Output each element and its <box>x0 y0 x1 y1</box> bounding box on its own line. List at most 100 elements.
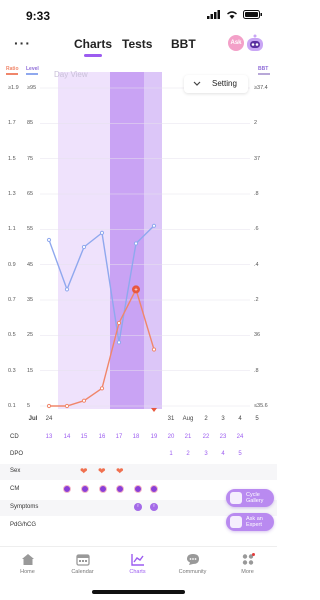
more-grid-icon <box>242 553 255 565</box>
peak-marker-plus: + <box>134 287 138 293</box>
ask-badge[interactable]: Ask <box>228 35 244 51</box>
setting-dropdown[interactable]: Setting <box>184 75 248 93</box>
tab-tests[interactable]: Tests <box>122 37 152 51</box>
dpo-value: 1 <box>169 451 173 457</box>
level-point <box>64 287 70 292</box>
nav-calendar-label: Calendar <box>71 569 94 575</box>
nav-home-label: Home <box>20 569 35 575</box>
cervical-mucus-icon[interactable] <box>81 485 89 493</box>
cd-label: CD <box>10 434 19 440</box>
level-tick-label: 65 <box>27 191 34 197</box>
dpo-label: DPO <box>10 451 24 457</box>
level-point <box>99 230 105 235</box>
date-tick-label: 29 <box>133 416 140 422</box>
ask-expert-button[interactable]: Ask an Expert <box>226 513 274 531</box>
cm-label: CM <box>10 486 20 492</box>
home-icon <box>21 554 34 565</box>
dpo-value: 3 <box>204 451 208 457</box>
cervical-mucus-icon[interactable] <box>99 485 107 493</box>
nav-more-label: More <box>241 569 254 575</box>
ratio-point <box>99 386 105 391</box>
expert-chat-icon <box>230 516 242 528</box>
chevron-down-icon <box>193 81 201 86</box>
cervical-mucus-icon[interactable] <box>134 485 142 493</box>
date-tick-label: 28 <box>116 416 123 422</box>
day-view-label: Day View <box>54 70 88 79</box>
bbt-tick-label: 36 <box>254 332 261 339</box>
today-marker-icon <box>151 408 157 412</box>
assistant-bot-icon[interactable] <box>244 34 266 54</box>
level-point <box>133 241 139 246</box>
date-tick-label: 3 <box>221 416 225 422</box>
ratio-tick-label: 1.5 <box>8 155 16 162</box>
cd-value: 15 <box>80 434 88 440</box>
sex-row[interactable]: Sex ❤ ❤ ❤ <box>0 464 277 480</box>
date-tick-label: 2 <box>204 416 208 422</box>
nav-calendar[interactable]: Calendar <box>55 553 110 575</box>
nav-community[interactable]: Community <box>165 553 220 575</box>
cd-value: 13 <box>45 434 53 440</box>
cd-value: 22 <box>202 434 210 440</box>
more-options-button[interactable]: ··· <box>14 35 31 51</box>
cd-value: 21 <box>184 434 192 440</box>
symptom-icon[interactable]: ♀ <box>150 503 158 511</box>
cd-value: 18 <box>132 434 140 440</box>
tab-charts[interactable]: Charts <box>74 37 112 57</box>
ratio-tick-label: 1.3 <box>8 191 16 197</box>
bbt-tick-label: .2 <box>254 297 259 303</box>
level-tick-label: 35 <box>27 297 34 303</box>
dpo-value: 4 <box>221 451 225 457</box>
ratio-tick-label: 1.7 <box>8 120 16 127</box>
date-tick-label: 5 <box>255 416 259 422</box>
level-point <box>116 340 122 345</box>
ratio-tick-label: 0.7 <box>8 297 16 303</box>
level-tick-label: 75 <box>27 155 34 162</box>
cd-value: 17 <box>115 434 123 440</box>
cd-value: 19 <box>150 434 158 440</box>
date-tick-label: 24 <box>46 416 53 422</box>
wifi-icon <box>227 11 237 19</box>
cervical-mucus-icon[interactable] <box>63 485 71 493</box>
bbt-tick-label: ≥37.4 <box>254 85 268 91</box>
nav-charts-label: Charts <box>129 569 146 575</box>
level-tick-label: 85 <box>27 120 34 127</box>
cervical-mucus-icon[interactable] <box>116 485 124 493</box>
cervical-mucus-icon[interactable] <box>150 485 158 493</box>
nav-home[interactable]: Home <box>0 553 55 575</box>
heart-icon[interactable]: ❤ <box>116 467 124 476</box>
symptom-icon[interactable]: ♀ <box>134 503 142 511</box>
level-point <box>151 223 157 228</box>
date-tick-label: 25 <box>64 416 71 422</box>
heart-icon[interactable]: ❤ <box>98 467 106 476</box>
date-tick-label: 27 <box>99 416 106 422</box>
bbt-tick-label: .6 <box>254 226 259 233</box>
level-tick-label: 45 <box>27 261 34 268</box>
ratio-point <box>64 403 70 409</box>
heart-icon[interactable]: ❤ <box>80 467 88 476</box>
month-label-aug: Aug <box>183 416 194 422</box>
bbt-tick-label: .4 <box>254 261 259 268</box>
level-tick-label: 55 <box>27 226 34 233</box>
signal-icon <box>207 10 220 19</box>
ask-expert-label: Ask an Expert <box>246 516 263 528</box>
charts-icon <box>130 554 144 566</box>
bbt-tick-label: .8 <box>254 367 259 374</box>
tab-bbt[interactable]: BBT <box>171 37 196 51</box>
top-nav: ··· Charts Tests BBT Ask <box>0 32 277 58</box>
dpo-value: 2 <box>186 451 190 457</box>
ratio-tick-label: 0.5 <box>8 332 16 339</box>
cycle-gallery-button[interactable]: Cycle Gallery <box>226 489 274 507</box>
sex-label: Sex <box>10 468 21 474</box>
home-indicator <box>92 590 185 594</box>
nav-charts[interactable]: Charts <box>110 553 165 575</box>
ratio-tick-label: 0.1 <box>8 403 16 409</box>
ratio-point <box>116 320 122 326</box>
level-tick-label: 15 <box>27 367 34 374</box>
level-tick-label: 5 <box>27 403 31 409</box>
chart-area[interactable]: Ratio Level BBT + Jul Aug 24 25 26 27 28 29 30 31… <box>0 62 277 422</box>
nav-more[interactable]: More <box>220 553 275 575</box>
hormone-chart: + Jul Aug24 25 26 27 28 29 30 31 2 3 4 5 <box>29 72 259 422</box>
cd-row: CD 13 14 15 16 17 18 19 20 21 22 23 24 <box>0 430 277 446</box>
bbt-tick-label: 37 <box>254 155 261 162</box>
ratio-tick-label: 0.3 <box>8 367 16 374</box>
